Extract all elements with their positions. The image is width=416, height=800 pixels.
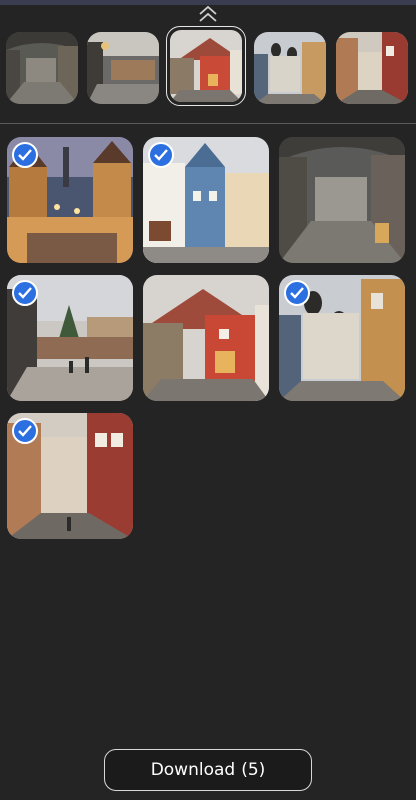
- checkmark-icon[interactable]: [284, 280, 310, 306]
- grid-photo-arched-alley[interactable]: [279, 137, 405, 263]
- photo-red-house: [170, 30, 242, 102]
- photo-red-house: [143, 275, 269, 401]
- grid-photo-old-street[interactable]: [7, 413, 133, 539]
- grid-photo-onion-domes[interactable]: [279, 275, 405, 401]
- thumbnail-strip: [0, 26, 416, 112]
- photo-narrow-street: [336, 32, 408, 104]
- checkmark-icon[interactable]: [148, 142, 174, 168]
- thumbnail-archway-alley[interactable]: [6, 32, 78, 104]
- grid-photo-night-towers[interactable]: [7, 137, 133, 263]
- photo-archway-alley: [6, 32, 78, 104]
- grid-photo-blue-house[interactable]: [143, 137, 269, 263]
- download-button[interactable]: Download (5): [104, 749, 312, 791]
- double-chevron-up-icon[interactable]: [193, 5, 223, 23]
- thumbnail-street-lamp-market[interactable]: [87, 32, 159, 104]
- checkmark-icon[interactable]: [12, 418, 38, 444]
- thumbnail-narrow-street[interactable]: [336, 32, 408, 104]
- grid-photo-red-house[interactable]: [143, 275, 269, 401]
- photo-street-lamp-market: [87, 32, 159, 104]
- grid-photo-christmas-market[interactable]: [7, 275, 133, 401]
- divider: [0, 123, 416, 124]
- thumbnail-red-house-selected[interactable]: [166, 26, 246, 106]
- checkmark-icon[interactable]: [12, 280, 38, 306]
- thumbnail-cathedral-street[interactable]: [254, 32, 326, 104]
- download-count: (5): [241, 760, 266, 780]
- photo-arched-alley: [279, 137, 405, 263]
- photo-cathedral-street: [254, 32, 326, 104]
- download-label: Download: [150, 760, 236, 780]
- checkmark-icon[interactable]: [12, 142, 38, 168]
